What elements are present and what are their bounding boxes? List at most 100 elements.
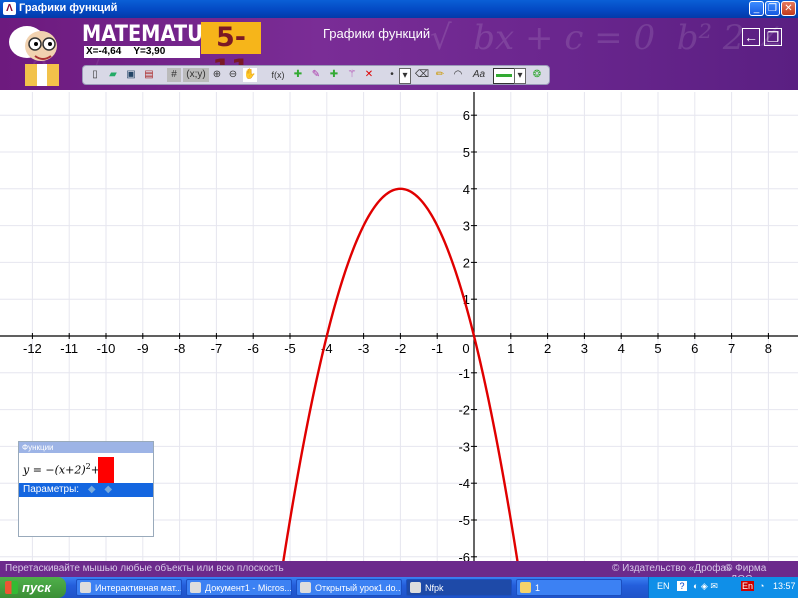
param-diamond-icon[interactable]: ◆ xyxy=(88,484,96,495)
tray-icons[interactable]: ◐ ◈ ✉ xyxy=(693,581,718,592)
mascot-logo xyxy=(9,26,59,86)
coord-y: Y=3,90 xyxy=(133,46,166,57)
function-row[interactable]: y = −(x+2)2+4 xyxy=(19,453,153,483)
x-tick-label: -7 xyxy=(211,341,223,356)
ruler-icon[interactable]: ✏ xyxy=(433,68,447,82)
y-tick-label: -2 xyxy=(458,403,470,418)
pencil-icon[interactable]: ✎ xyxy=(309,68,323,82)
book-icon[interactable]: ▤ xyxy=(143,68,155,82)
y-tick-label: -3 xyxy=(458,439,470,454)
toolbar: ▯ ▰ ▣ ▤ # (x;y) ⊕ ⊖ ✋ f(x) ✚ ✎ ✚ ⚚ ✕ • ▾… xyxy=(82,65,550,85)
taskbar-item-label: 1 xyxy=(535,583,541,593)
taskbar-item[interactable]: Интерактивная мат... xyxy=(76,579,182,596)
y-tick-label: -6 xyxy=(458,550,470,561)
start-button[interactable]: пуск xyxy=(0,577,66,598)
hand-icon[interactable]: ✋ xyxy=(243,68,257,82)
window-icon[interactable]: ❐ xyxy=(764,28,782,46)
taskbar-item[interactable]: Открытый урок1.do... xyxy=(296,579,402,596)
x-tick-label: 4 xyxy=(618,341,625,356)
x-tick-label: 6 xyxy=(691,341,698,356)
x-tick-label: -10 xyxy=(97,341,116,356)
eraser-icon[interactable]: ⌫ xyxy=(415,68,429,82)
zoom-out-icon[interactable]: ⊖ xyxy=(227,68,239,82)
y-tick-label: 2 xyxy=(463,255,470,270)
close-button[interactable]: ✕ xyxy=(781,1,796,16)
chevron-down-icon[interactable]: ▾ xyxy=(399,68,411,84)
x-tick-label: -3 xyxy=(358,341,370,356)
x-tick-label: 5 xyxy=(654,341,661,356)
ie-icon xyxy=(80,582,91,593)
formula-lhs: y = −(x+2) xyxy=(23,463,86,477)
chevron-down-icon[interactable]: ▾ xyxy=(514,68,526,84)
y-tick-label: -1 xyxy=(458,366,470,381)
help-icon[interactable]: ? xyxy=(677,581,687,591)
taskbar-item-label: Интерактивная мат... xyxy=(95,583,182,593)
function-tool[interactable]: f(x) xyxy=(267,68,289,82)
zoom-in-icon[interactable]: ⊕ xyxy=(211,68,223,82)
keyboard-layout-indicator[interactable]: En xyxy=(741,581,755,591)
folder-icon xyxy=(520,582,531,593)
grade-badge: 5-11 xyxy=(201,22,261,85)
coord-x: X=-4,64 xyxy=(86,46,122,57)
y-tick-label: 5 xyxy=(463,145,470,160)
system-tray: EN ? ◐ ◈ ✉ En ◔ 13:57 xyxy=(648,577,798,598)
grid-icon[interactable]: # xyxy=(167,68,181,82)
x-tick-label: -11 xyxy=(60,341,78,356)
y-tick-label: -4 xyxy=(458,476,470,491)
text-tool[interactable]: Aa xyxy=(471,68,487,82)
word-icon xyxy=(300,582,311,593)
window-titlebar[interactable]: Λ Графики функций _ ❐ ✕ xyxy=(0,0,798,18)
x-tick-label: -1 xyxy=(431,341,443,356)
x-tick-label: -9 xyxy=(137,341,149,356)
y-tick-label: -5 xyxy=(458,513,470,528)
maximize-button[interactable]: ❐ xyxy=(765,1,780,16)
app-header: √ bx + c = 0 b² 2 ∠ 2 √ MATEMATUKA 5-11 … xyxy=(0,18,798,90)
function-formula[interactable]: y = −(x+2)2+4 xyxy=(23,462,107,477)
volume-icon[interactable]: ◔ xyxy=(759,581,764,591)
cursor-coordinates: X=-4,64 Y=3,90 xyxy=(84,46,200,58)
windows-logo-icon xyxy=(5,581,18,594)
x-tick-label: -2 xyxy=(395,341,407,356)
minimize-button[interactable]: _ xyxy=(749,1,764,16)
point-style-icon[interactable]: • xyxy=(387,68,397,82)
x-tick-label: 1 xyxy=(507,341,514,356)
tangent-icon[interactable]: ⚚ xyxy=(345,68,359,82)
taskbar-item[interactable]: Nfpk xyxy=(406,579,512,596)
y-tick-label: 4 xyxy=(463,182,470,197)
point-move-icon[interactable]: ✚ xyxy=(291,68,305,82)
intersect-icon[interactable]: ✚ xyxy=(327,68,341,82)
x-tick-label: -12 xyxy=(23,341,42,356)
save-icon[interactable]: ▣ xyxy=(125,68,137,82)
x-tick-label: 7 xyxy=(728,341,735,356)
open-icon[interactable]: ▰ xyxy=(107,68,119,82)
color-icon[interactable]: ❂ xyxy=(530,68,544,82)
back-icon[interactable]: ← xyxy=(742,28,760,46)
params-label: Параметры: xyxy=(23,484,80,495)
app-icon[interactable]: Λ xyxy=(3,2,16,15)
params-row[interactable]: Параметры: ◆ ◆ xyxy=(19,483,153,497)
xy-tool[interactable]: (x;y) xyxy=(183,68,209,82)
param-diamond-icon[interactable]: ◆ xyxy=(104,484,112,495)
taskbar-item[interactable]: Документ1 - Micros... xyxy=(186,579,292,596)
taskbar-item[interactable]: 1 xyxy=(516,579,622,596)
x-tick-label: 8 xyxy=(765,341,772,356)
protractor-icon[interactable]: ◠ xyxy=(451,68,465,82)
taskbar-item-label: Документ1 - Micros... xyxy=(205,583,292,593)
page-title: Графики функций xyxy=(323,26,431,41)
language-indicator[interactable]: EN xyxy=(657,581,670,591)
line-style-icon[interactable] xyxy=(493,68,515,84)
taskbar-item-label: Nfpk xyxy=(425,583,444,593)
y-tick-label: 3 xyxy=(463,219,470,234)
function-color-swatch[interactable] xyxy=(98,457,114,483)
status-bar: Перетаскивайте мышью любые объекты или в… xyxy=(0,561,798,585)
y-tick-label: 6 xyxy=(463,108,470,123)
function-panel[interactable]: Функции y = −(x+2)2+4 Параметры: ◆ ◆ xyxy=(18,441,154,537)
clock: 13:57 xyxy=(773,581,796,591)
panel-title: Функции xyxy=(19,442,153,453)
new-icon[interactable]: ▯ xyxy=(89,68,101,82)
x-tick-label: -6 xyxy=(247,341,259,356)
delete-icon[interactable]: ✕ xyxy=(363,68,375,82)
window-title: Графики функций xyxy=(19,2,118,14)
x-tick-label: 3 xyxy=(581,341,588,356)
start-label: пуск xyxy=(22,580,51,595)
